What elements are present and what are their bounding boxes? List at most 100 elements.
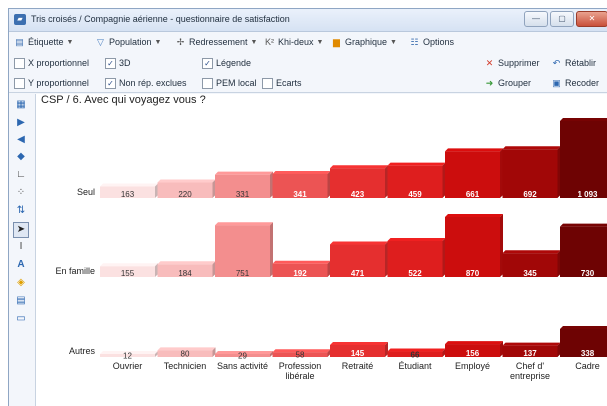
category-label: Chef d' — [516, 361, 545, 371]
data-label: 730 — [581, 269, 595, 278]
data-label: 145 — [351, 349, 365, 358]
category-label: Technicien — [164, 361, 207, 371]
redressement-label: Redressement — [189, 37, 248, 47]
window-icon[interactable]: ▭ — [14, 312, 28, 326]
retablir-button[interactable]: ↶ Rétablir — [551, 56, 596, 70]
save-icon: ▣ — [552, 77, 561, 88]
non-rep-exclues-checkbox[interactable]: ✓ Non rép. exclues — [105, 76, 187, 90]
recoder-button[interactable]: ▣ Recoder — [551, 76, 599, 90]
arrow-right-icon[interactable]: ▶ — [14, 116, 28, 130]
checkbox-box[interactable] — [202, 77, 213, 89]
bar-top — [100, 183, 158, 187]
graphique-label: Graphique — [345, 37, 388, 47]
pointer-icon[interactable]: ➤ — [13, 222, 29, 238]
axes-icon[interactable]: ∟ — [14, 168, 28, 182]
bar-top — [445, 148, 503, 152]
bar — [445, 217, 500, 277]
maximize-button[interactable]: ▢ — [550, 11, 574, 27]
bar-top — [502, 250, 561, 254]
supprimer-button[interactable]: ✕ Supprimer — [484, 56, 540, 70]
checkbox-box[interactable]: ✓ — [202, 57, 213, 69]
title-bar: ▰ Tris croisés / Compagnie aérienne - qu… — [9, 9, 607, 32]
ecarts-checkbox[interactable]: Ecarts — [262, 76, 302, 90]
checkbox-box[interactable]: ✓ — [105, 57, 116, 69]
close-button[interactable]: ✕ — [576, 11, 607, 27]
y-proportionnel-checkbox[interactable]: Y proportionnel — [14, 76, 89, 90]
chevron-down-icon: ▼ — [390, 38, 397, 46]
chevron-down-icon: ▼ — [66, 38, 74, 46]
redressement-menu[interactable]: ✢ Redressement ▼ — [175, 35, 258, 49]
font-icon[interactable]: A — [14, 258, 28, 272]
data-label: 870 — [466, 269, 480, 278]
pem-local-label: PEM local — [216, 78, 257, 88]
row-label: Autres — [69, 346, 96, 356]
data-label: 137 — [523, 349, 537, 358]
bar-top — [502, 146, 561, 150]
paint-bucket-icon[interactable]: ◈ — [14, 276, 28, 290]
legende-checkbox[interactable]: ✓ Légende — [202, 56, 251, 70]
three-d-checkbox[interactable]: ✓ 3D — [105, 56, 131, 70]
diamond-icon[interactable]: ◆ — [14, 150, 28, 164]
options-icon: ☷ — [410, 36, 419, 47]
y-proportionnel-label: Y proportionnel — [28, 78, 89, 88]
etiquette-menu[interactable]: ▤ Étiquette ▼ — [14, 35, 73, 49]
data-label: 192 — [293, 269, 307, 278]
label-icon: ▤ — [15, 36, 24, 47]
bar-top — [445, 214, 503, 217]
category-label: Cadre — [575, 361, 600, 371]
khi-deux-menu[interactable]: K² Khi-deux ▼ — [264, 35, 323, 49]
data-label: 155 — [121, 269, 135, 278]
grouper-label: Grouper — [498, 78, 532, 88]
scatter-icon[interactable]: ⁘ — [14, 186, 28, 200]
bar-top — [560, 326, 607, 329]
etiquette-label: Étiquette — [28, 37, 64, 47]
bar-top — [560, 223, 607, 227]
checkbox-box[interactable] — [262, 77, 273, 89]
bar-top — [387, 238, 446, 241]
graphique-menu[interactable]: ▆ Graphique ▼ — [331, 35, 397, 49]
data-label: 156 — [466, 349, 480, 358]
data-label: 423 — [351, 190, 365, 199]
bar-top — [387, 162, 446, 166]
bar-top — [272, 170, 331, 174]
checkbox-box[interactable]: ✓ — [105, 77, 116, 89]
data-label: 661 — [466, 190, 480, 199]
checkbox-box[interactable] — [14, 57, 25, 69]
bar-top — [502, 342, 561, 346]
x-proportionnel-checkbox[interactable]: X proportionnel — [14, 56, 89, 70]
app-window: ▰ Tris croisés / Compagnie aérienne - qu… — [8, 8, 607, 406]
text-cursor-icon[interactable]: I — [14, 240, 28, 254]
data-label: 331 — [236, 190, 250, 199]
retablir-label: Rétablir — [565, 58, 597, 68]
data-label: 459 — [408, 190, 422, 199]
population-menu[interactable]: ▽ Population ▼ — [95, 35, 161, 49]
layers-icon[interactable]: ▤ — [14, 294, 28, 308]
grouper-button[interactable]: ➜ Grouper — [484, 76, 531, 90]
data-label: 220 — [178, 190, 192, 199]
sort-icon[interactable]: ⇅ — [14, 204, 28, 218]
chevron-down-icon: ▼ — [316, 38, 324, 46]
data-label: 751 — [236, 269, 250, 278]
data-label: 345 — [523, 269, 537, 278]
pem-local-checkbox[interactable]: PEM local — [202, 76, 257, 90]
data-label: 184 — [178, 269, 192, 278]
category-label: Employé — [455, 361, 490, 371]
arrow-left-icon[interactable]: ◀ — [14, 133, 28, 147]
checkbox-box[interactable] — [14, 77, 25, 89]
x-proportionnel-label: X proportionnel — [28, 58, 90, 68]
bar-top — [330, 165, 388, 169]
options-button[interactable]: ☷ Options — [409, 35, 454, 49]
three-d-label: 3D — [119, 58, 131, 68]
category-label: Ouvrier — [113, 361, 143, 371]
bar-top — [560, 118, 607, 121]
category-label: libérale — [285, 371, 314, 381]
bar-chart: Seul 163 220 331 341 423 459 661 692 1 093 En fami… — [55, 118, 607, 381]
minimize-button[interactable]: — — [524, 11, 548, 27]
main-toolbar: ▤ Étiquette ▼ ▽ Population ▼ ✢ Redressem… — [9, 32, 607, 51]
table-icon[interactable]: ▦ — [14, 98, 28, 112]
data-label: 1 093 — [577, 190, 598, 199]
delete-icon: ✕ — [485, 57, 494, 68]
ecarts-label: Ecarts — [276, 78, 302, 88]
data-label: 338 — [581, 349, 595, 358]
chart-app-icon: ▰ — [14, 14, 26, 25]
